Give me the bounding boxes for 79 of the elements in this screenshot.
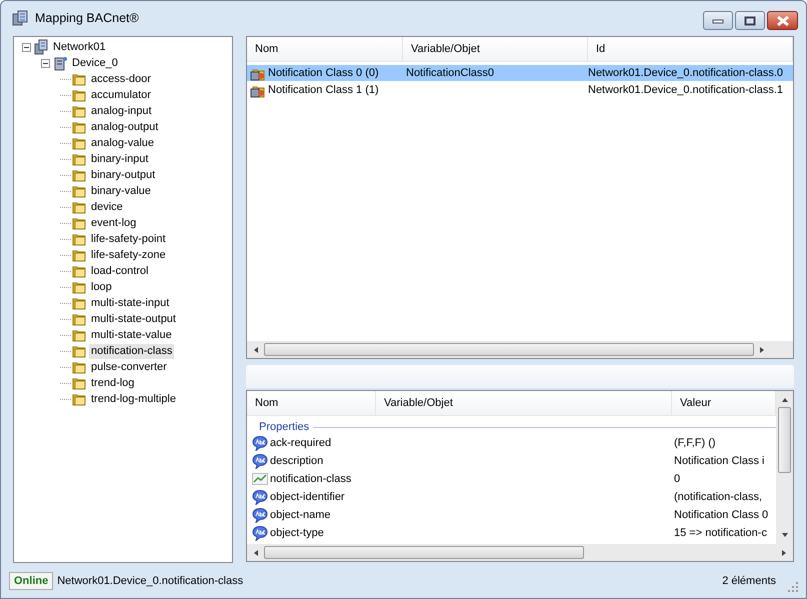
vertical-scrollbar[interactable] — [776, 391, 793, 544]
table-cell: Network01.Device_0.notification-class.1 — [588, 84, 784, 96]
tree-item[interactable]: analog-value — [89, 136, 156, 150]
close-button[interactable] — [767, 11, 798, 30]
tree-item[interactable]: multi-state-output — [89, 312, 178, 326]
column-header[interactable]: Variable/Objet — [403, 37, 588, 61]
network-icon — [33, 39, 49, 55]
tree-item[interactable]: loop — [89, 280, 114, 294]
line-chart-icon — [252, 471, 268, 488]
status-badge: Online — [9, 572, 54, 590]
close-icon — [776, 16, 790, 26]
tree-item[interactable]: accumulator — [89, 88, 153, 102]
tree-item[interactable]: analog-output — [89, 120, 160, 134]
table-cell: NotificationClass0 — [406, 67, 494, 79]
scroll-right-icon[interactable] — [780, 548, 788, 556]
property-value: Notification Class 0 — [674, 509, 768, 522]
item-count: 2 éléments — [722, 575, 776, 587]
tree-item[interactable]: trend-log — [89, 376, 136, 390]
tree-item[interactable]: analog-input — [89, 104, 154, 118]
text-value-icon — [252, 507, 268, 524]
property-name: notification-class — [270, 473, 352, 486]
column-header[interactable]: Id — [588, 37, 793, 61]
tree-item[interactable]: device — [89, 200, 125, 214]
property-name: object-name — [270, 509, 331, 522]
tree-item[interactable]: trend-log-multiple — [89, 392, 178, 406]
expander-icon[interactable] — [41, 58, 50, 68]
scroll-up-icon[interactable] — [780, 396, 788, 404]
tree-item[interactable]: Network01 — [51, 40, 108, 54]
scroll-down-icon[interactable] — [780, 531, 788, 539]
maximize-icon — [744, 16, 756, 26]
status-path: Network01.Device_0.notification-class — [57, 575, 244, 587]
tree-item[interactable]: binary-value — [89, 184, 153, 198]
window-title: Mapping BACnet® — [35, 11, 139, 25]
text-value-icon — [252, 525, 268, 542]
scroll-left-icon[interactable] — [252, 548, 260, 556]
text-value-icon — [252, 489, 268, 506]
list-row[interactable]: Notification Class 1 (1) Network01.Device_0.notification-class.1 — [247, 82, 793, 98]
tree-item[interactable]: event-log — [89, 216, 138, 230]
tree-item[interactable]: multi-state-value — [89, 328, 174, 342]
text-value-icon — [252, 453, 268, 470]
tree-item[interactable]: pulse-converter — [89, 360, 169, 374]
group-header: Properties — [259, 421, 310, 434]
expander-icon[interactable] — [22, 42, 31, 52]
property-name: description — [270, 455, 324, 468]
minimize-icon — [712, 18, 724, 24]
table-cell: Notification Class 1 (1) — [268, 84, 379, 96]
table-cell: Network01.Device_0.notification-class.0 — [588, 67, 784, 79]
tree-item[interactable]: notification-class — [89, 344, 174, 358]
tree-item[interactable]: access-door — [89, 72, 153, 86]
property-name: ack-required — [270, 437, 332, 450]
column-header[interactable]: Nom — [247, 391, 376, 416]
tree-item[interactable]: binary-input — [89, 152, 150, 166]
horizontal-scrollbar[interactable] — [247, 544, 793, 561]
column-header[interactable]: Variable/Objet — [376, 391, 672, 416]
scroll-right-icon[interactable] — [758, 346, 766, 354]
tree-item[interactable]: multi-state-input — [89, 296, 172, 310]
table-cell: Notification Class 0 (0) — [268, 67, 379, 79]
list-row[interactable]: Notification Class 0 (0) NotificationClass0 Network01.Device_0.notification-class.0 — [247, 65, 793, 81]
maximize-button[interactable] — [735, 11, 765, 30]
text-value-icon — [252, 435, 268, 452]
scroll-left-icon[interactable] — [252, 346, 260, 354]
property-value: (F,F,F) () — [674, 437, 716, 450]
network-icon — [11, 9, 29, 27]
resize-grip-icon — [788, 582, 798, 592]
property-name: object-type — [270, 527, 324, 540]
property-name: object-identifier — [270, 491, 345, 504]
property-value: (notification-class, — [674, 491, 762, 504]
property-value: 15 => notification-c — [674, 527, 767, 540]
minimize-button[interactable] — [703, 11, 733, 30]
tree-item[interactable]: binary-output — [89, 168, 158, 182]
column-header[interactable]: Nom — [247, 37, 403, 61]
tree-item[interactable]: load-control — [89, 264, 150, 278]
horizontal-scrollbar[interactable] — [247, 341, 793, 358]
tree-item[interactable]: life-safety-zone — [89, 248, 168, 262]
tree-item[interactable]: life-safety-point — [89, 232, 168, 246]
property-value: 0 — [674, 473, 680, 486]
tree-item[interactable]: Device_0 — [70, 56, 120, 70]
property-value: Notification Class i — [674, 455, 764, 468]
server-icon — [52, 55, 68, 71]
